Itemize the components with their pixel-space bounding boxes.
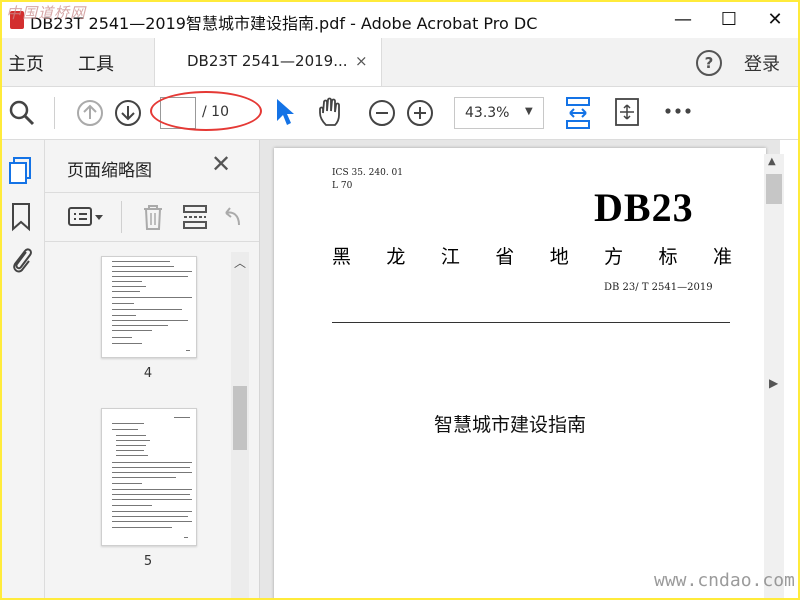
chevron-down-icon: ▼ xyxy=(525,106,533,117)
thumbnail-page-number: 4 xyxy=(143,366,153,381)
watermark-top-left: 中国道桥网 xyxy=(6,4,87,22)
zoom-value: 43.3% xyxy=(465,105,510,121)
undo-icon[interactable] xyxy=(221,205,243,229)
standard-number: DB 23/ T 2541—2019 xyxy=(604,282,713,293)
scrollbar-thumb[interactable] xyxy=(233,386,247,450)
bookmark-icon[interactable] xyxy=(10,202,32,232)
minimize-button[interactable]: — xyxy=(660,2,706,38)
page-thumbnails-panel: 页面缩略图 ✕ 4 5 ︿ xyxy=(45,140,260,598)
acrobat-window: DB23T 2541—2019智慧城市建设指南.pdf - Adobe Acro… xyxy=(2,2,798,598)
extract-icon[interactable] xyxy=(181,203,209,231)
scroll-up-icon[interactable]: ︿ xyxy=(234,254,246,271)
thumbnail-page-number: 5 xyxy=(143,554,153,569)
page-up-icon[interactable] xyxy=(76,99,104,127)
pdf-page: ICS 35. 240. 01 L 70 DB23 黑 龙 江 省 地 方 标 … xyxy=(274,148,766,598)
login-button[interactable]: 登录 xyxy=(744,50,780,76)
hand-icon[interactable] xyxy=(316,97,348,129)
ics-code: ICS 35. 240. 01 xyxy=(332,168,403,178)
red-annotation-ellipse xyxy=(150,91,262,131)
delete-icon[interactable] xyxy=(141,203,165,231)
zoom-in-icon[interactable] xyxy=(406,99,434,127)
title-bar: DB23T 2541—2019智慧城市建设指南.pdf - Adobe Acro… xyxy=(2,2,798,38)
zoom-out-icon[interactable] xyxy=(368,99,396,127)
thumbnail-options-icon[interactable] xyxy=(67,205,107,229)
fit-width-icon[interactable] xyxy=(564,95,592,131)
maximize-button[interactable]: ☐ xyxy=(706,2,752,38)
scrollbar-thumb[interactable] xyxy=(766,174,782,204)
left-navigation-rail xyxy=(2,140,45,598)
header-rule xyxy=(332,322,730,323)
full-screen-icon[interactable] xyxy=(614,97,640,127)
close-panel-icon[interactable]: ✕ xyxy=(211,150,231,178)
standard-code: DB23 xyxy=(594,185,694,230)
watermark-bottom-right: www.cndao.com xyxy=(654,570,795,591)
toolbar-separator xyxy=(54,97,55,129)
panel-title: 页面缩略图 xyxy=(67,161,152,181)
toolbar: / 10 43.3% ▼ xyxy=(2,87,798,140)
expand-right-panel-icon[interactable]: ▶ xyxy=(769,376,778,390)
select-arrow-icon[interactable] xyxy=(274,97,296,127)
thumbnails-scrollbar[interactable]: ︿ xyxy=(231,252,249,598)
document-tab-label: DB23T 2541—2019... xyxy=(187,52,348,70)
tab-bar: 主页 工具 DB23T 2541—2019... × ? 登录 xyxy=(2,38,798,87)
toolbar-separator xyxy=(121,201,122,233)
thumbnail-page-4[interactable] xyxy=(101,256,197,358)
document-tab-close-icon[interactable]: × xyxy=(355,52,368,70)
page-thumbnails-icon[interactable] xyxy=(8,156,34,186)
search-icon[interactable] xyxy=(8,99,36,127)
window-title: DB23T 2541—2019智慧城市建设指南.pdf - Adobe Acro… xyxy=(30,14,538,33)
more-icon[interactable] xyxy=(664,107,692,115)
document-title: 智慧城市建设指南 xyxy=(434,414,587,436)
standard-type-heading: 黑 龙 江 省 地 方 标 准 xyxy=(332,246,732,268)
help-icon[interactable]: ? xyxy=(696,50,722,76)
nav-home[interactable]: 主页 xyxy=(8,50,44,76)
close-window-button[interactable]: ✕ xyxy=(752,2,798,38)
page-down-icon[interactable] xyxy=(114,99,142,127)
attachment-icon[interactable] xyxy=(8,244,34,276)
document-viewer: ICS 35. 240. 01 L 70 DB23 黑 龙 江 省 地 方 标 … xyxy=(260,140,780,598)
nav-tools[interactable]: 工具 xyxy=(78,50,114,76)
document-scrollbar[interactable]: ▲ ▶ xyxy=(764,154,784,598)
ccs-code: L 70 xyxy=(332,181,353,191)
document-tab[interactable]: DB23T 2541—2019... × xyxy=(154,38,382,86)
scroll-up-icon[interactable]: ▲ xyxy=(768,156,776,167)
zoom-select[interactable]: 43.3% ▼ xyxy=(454,97,544,129)
thumbnail-page-5[interactable] xyxy=(101,408,197,546)
thumbnail-toolbar xyxy=(45,192,259,242)
